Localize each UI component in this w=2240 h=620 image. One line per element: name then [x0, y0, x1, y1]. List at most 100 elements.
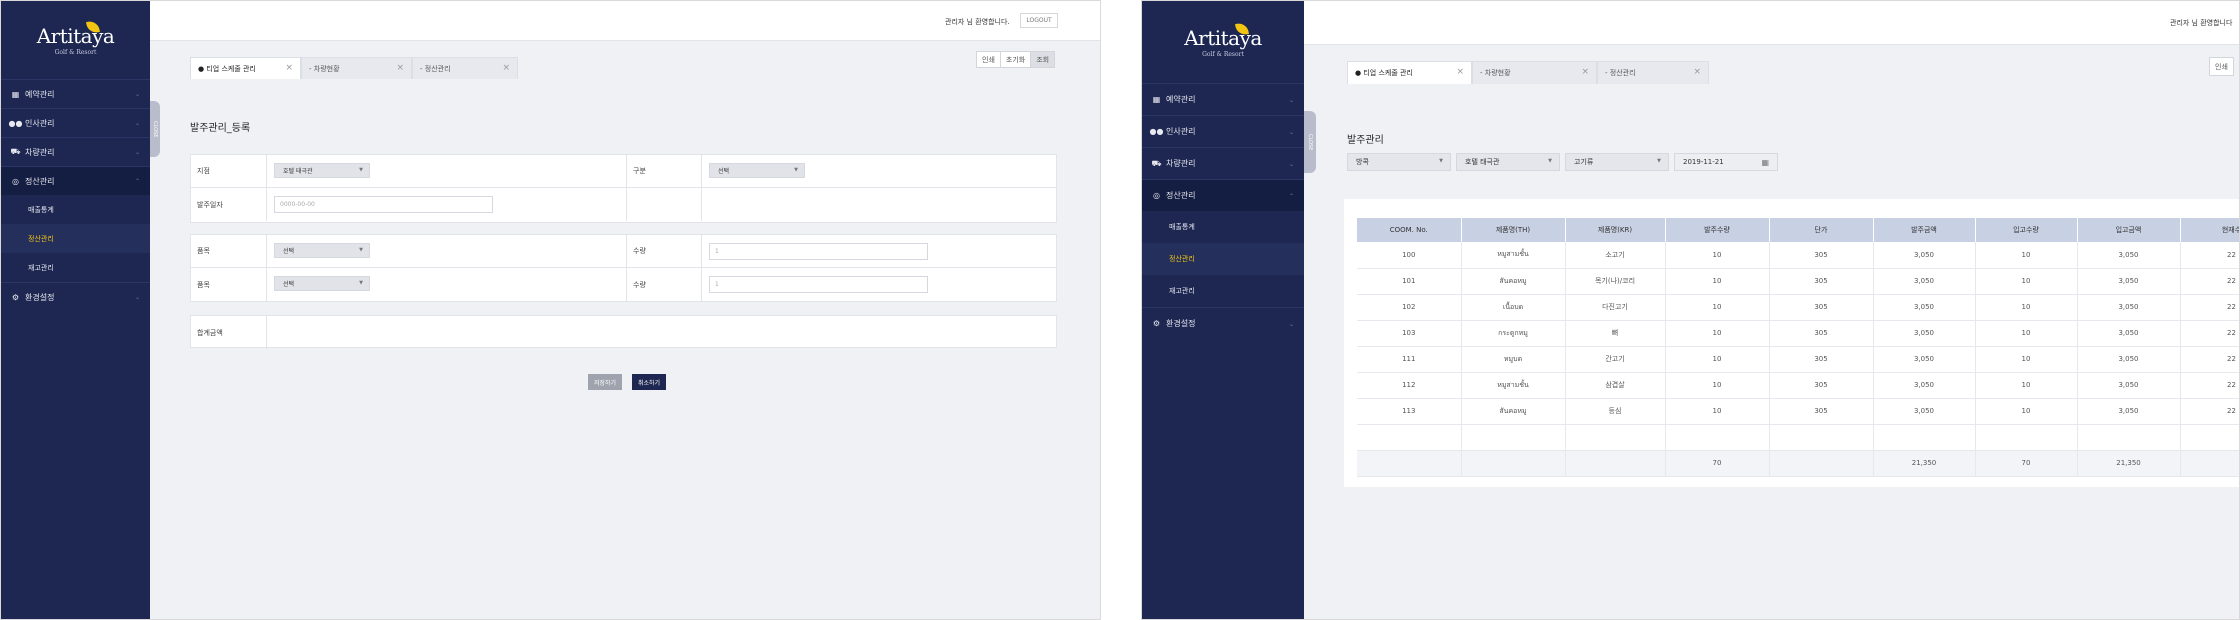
- table-cell: 목기(나)/코리: [1565, 268, 1666, 295]
- item-select[interactable]: 선택 ▼: [274, 243, 370, 258]
- divider: [701, 268, 702, 301]
- tab-teeup-schedule[interactable]: ● 티업 스케줄 관리 ×: [1347, 61, 1472, 84]
- table-cell: หมูสามชั้น: [1461, 242, 1566, 269]
- date-filter[interactable]: 2019-11-21 ▦: [1674, 153, 1778, 171]
- table-cell: 3,050: [1873, 398, 1976, 425]
- logout-button[interactable]: LOGOUT: [1020, 13, 1058, 28]
- divider: [266, 188, 267, 221]
- nav-item-settlement[interactable]: ◎ 정산관리 ⌃: [1142, 179, 1304, 211]
- registration-screen: Artitaya Golf & Resort ▦ 예약관리 ⌄ ●● 인사관리 …: [0, 0, 1101, 620]
- close-icon[interactable]: ×: [1456, 67, 1464, 77]
- type-select[interactable]: 선택 ▼: [709, 163, 805, 178]
- nav-label: 차량관리: [25, 147, 55, 157]
- nav-item-settlement[interactable]: ◎ 정산관리 ⌃: [1, 166, 150, 195]
- quantity-input[interactable]: 1: [709, 243, 928, 260]
- print-button[interactable]: 인쇄: [2209, 57, 2234, 76]
- order-date-input[interactable]: 0000-00-00: [274, 196, 493, 213]
- close-icon[interactable]: ×: [1581, 67, 1589, 77]
- table-row[interactable]: 113 สันคอหมู 등심 10 305 3,050 10 3,050 22: [1357, 398, 2239, 425]
- type-label: 구분: [633, 167, 646, 175]
- save-button[interactable]: 저장하기: [588, 374, 623, 390]
- nav-item-vehicle[interactable]: ⛟ 차량관리 ⌄: [1, 137, 150, 166]
- table-row[interactable]: 100 หมูสามชั้น 소고기 10 305 3,050 10 3,050…: [1357, 242, 2239, 269]
- item-select[interactable]: 선택 ▼: [274, 276, 370, 291]
- divider: [266, 316, 267, 349]
- tab-settlement[interactable]: - 정산관리 ×: [1597, 61, 1709, 84]
- action-buttons: 인쇄 초기화 조회: [976, 51, 1056, 68]
- sidebar-close-handle[interactable]: CLOSE: [1304, 111, 1316, 173]
- table-cell: [1565, 424, 1666, 451]
- select-value: 선택: [283, 281, 295, 288]
- nav-item-hr[interactable]: ●● 인사관리 ⌄: [1142, 115, 1304, 147]
- order-list-screen: Artitaya Golf & Resort ▦ 예약관리 ⌄ ●● 인사관리 …: [1141, 0, 2240, 620]
- calendar-icon: ▦: [11, 89, 20, 99]
- table-cell: 3,050: [2077, 242, 2181, 269]
- logo-wordmark: Artitaya: [1184, 26, 1262, 50]
- sub-item-sales-stats[interactable]: 매출통계: [1, 195, 150, 224]
- table-cell: 3,050: [1873, 242, 1976, 269]
- nav-item-reservation[interactable]: ▦ 예약관리 ⌄: [1, 79, 150, 108]
- sidebar: Artitaya Golf & Resort ▦ 예약관리 ⌄ ●● 인사관리 …: [1142, 1, 1304, 619]
- table-cell: 3,050: [1873, 372, 1976, 399]
- order-table: COOM. No. 제품명(TH) 제품명(KR) 발주수량 단가 발주금액 입…: [1357, 218, 2239, 477]
- logo[interactable]: Artitaya Golf & Resort: [1, 1, 150, 79]
- branch-filter[interactable]: 호텔 태극관 ▼: [1456, 153, 1560, 171]
- table-row[interactable]: 112 หมูสามชั้น 삼겹살 10 305 3,050 10 3,050…: [1357, 372, 2239, 399]
- tab-settlement[interactable]: - 정산관리 ×: [412, 57, 518, 79]
- nav-item-vehicle[interactable]: ⛟ 차량관리 ⌄: [1142, 147, 1304, 179]
- settlement-icon: ◎: [12, 176, 19, 186]
- quantity-label: 수량: [633, 247, 646, 255]
- table-cell: 3,050: [2077, 346, 2181, 373]
- chevron-up-icon: ⌃: [134, 178, 140, 185]
- col-header: 입고금액: [2077, 218, 2181, 242]
- nav-item-settings[interactable]: ⚙ 환경설정 ⌄: [1142, 307, 1304, 339]
- table-cell: 10: [1665, 398, 1770, 425]
- table-row[interactable]: 101 สันคอหมู 목기(나)/코리 10 305 3,050 10 3,…: [1357, 268, 2239, 295]
- search-button[interactable]: 조회: [1030, 51, 1056, 68]
- sidebar-close-handle[interactable]: CLOSE: [150, 101, 160, 157]
- table-cell: [2077, 424, 2181, 451]
- table-row[interactable]: 111 หมูบด 간고기 10 305 3,050 10 3,050 22: [1357, 346, 2239, 373]
- close-icon[interactable]: ×: [502, 63, 510, 73]
- topbar: 관리자 님 환영합니다. LOGOUT: [150, 1, 1100, 41]
- sub-item-settlement[interactable]: 정산관리: [1, 224, 150, 253]
- nav-item-hr[interactable]: ●● 인사관리 ⌄: [1, 108, 150, 137]
- sub-item-sales-stats[interactable]: 매출통계: [1142, 211, 1304, 243]
- nav-item-reservation[interactable]: ▦ 예약관리 ⌄: [1142, 83, 1304, 115]
- tab-teeup-schedule[interactable]: ● 티업 스케줄 관리 ×: [190, 57, 301, 79]
- nav-item-settings[interactable]: ⚙ 환경설정 ⌄: [1, 282, 150, 311]
- table-cell: 10: [1665, 372, 1770, 399]
- branch-select[interactable]: 호텔 태극관 ▼: [274, 163, 370, 178]
- category-filter[interactable]: 고기류 ▼: [1565, 153, 1669, 171]
- region-filter[interactable]: 방콕 ▼: [1347, 153, 1451, 171]
- quantity-input[interactable]: 1: [709, 276, 928, 293]
- sub-item-inventory[interactable]: 재고관리: [1, 253, 150, 282]
- close-icon[interactable]: ×: [396, 63, 404, 73]
- table-cell: 3,050: [1873, 320, 1976, 347]
- table-cell: 305: [1769, 242, 1874, 269]
- table-row[interactable]: 102 เนื้อบด 다진고기 10 305 3,050 10 3,050 2…: [1357, 294, 2239, 321]
- print-button[interactable]: 인쇄: [976, 51, 1001, 68]
- table-cell: หมูสามชั้น: [1461, 372, 1566, 399]
- table-header-row: COOM. No. 제품명(TH) 제품명(KR) 발주수량 단가 발주금액 입…: [1357, 218, 2239, 242]
- close-icon[interactable]: ×: [285, 63, 293, 73]
- logo[interactable]: Artitaya Golf & Resort: [1142, 1, 1304, 83]
- cancel-button[interactable]: 취소하기: [632, 374, 667, 390]
- tab-vehicle-status[interactable]: - 차량현황 ×: [301, 57, 412, 79]
- sub-item-settlement[interactable]: 정산관리: [1142, 243, 1304, 275]
- total-cell: [1461, 450, 1566, 477]
- table-cell: 112: [1357, 372, 1462, 399]
- table-cell: [1975, 424, 2078, 451]
- table-cell: 113: [1357, 398, 1462, 425]
- tab-vehicle-status[interactable]: - 차량현황 ×: [1472, 61, 1597, 84]
- close-icon[interactable]: ×: [1693, 67, 1701, 77]
- table-cell: 100: [1357, 242, 1462, 269]
- reset-button[interactable]: 초기화: [999, 51, 1032, 68]
- topbar: 관리자 님 환영합니다: [1304, 1, 2239, 45]
- form-section-total: 합계금액: [190, 315, 1057, 349]
- tab-bar: ● 티업 스케줄 관리 × - 차량현황 × - 정산관리 × 인쇄: [1304, 45, 2239, 87]
- divider: [626, 235, 627, 267]
- table-row[interactable]: 103 กระดูกหมู 뼈 10 305 3,050 10 3,050 22: [1357, 320, 2239, 347]
- sub-item-inventory[interactable]: 재고관리: [1142, 275, 1304, 307]
- table-cell: [1769, 424, 1874, 451]
